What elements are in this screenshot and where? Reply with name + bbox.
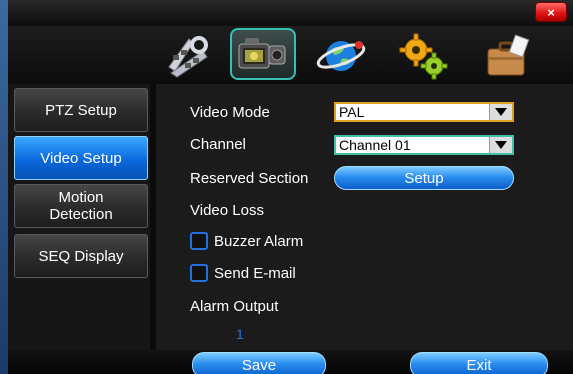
alarm-output-channel-1[interactable]: 1 (236, 326, 244, 342)
network-globe-icon (316, 41, 366, 71)
system-gears-icon (399, 33, 448, 80)
video-mode-value: PAL (339, 104, 365, 120)
tab-advanced[interactable] (476, 30, 538, 82)
save-button-label: Save (241, 356, 277, 374)
video-mode-select[interactable]: PAL (334, 102, 514, 122)
advanced-briefcase-icon (487, 34, 530, 76)
close-button[interactable]: × (535, 2, 567, 22)
sidebar-item-video-setup[interactable]: Video Setup (14, 136, 148, 180)
sidebar-item-motion-detection[interactable]: Motion Detection (14, 184, 148, 228)
sidebar-item-label: Video Setup (40, 149, 122, 167)
title-bar: × (8, 0, 573, 27)
exit-button[interactable]: Exit (410, 352, 548, 374)
chevron-down-icon (489, 137, 512, 153)
channel-value: Channel 01 (339, 137, 411, 153)
settings-sidebar: PTZ Setup Video Setup Motion Detection S… (8, 84, 150, 350)
close-icon: × (547, 4, 555, 20)
sidebar-item-label: SEQ Display (38, 247, 124, 265)
channel-select[interactable]: Channel 01 (334, 135, 514, 155)
send-email-checkbox[interactable] (190, 264, 208, 282)
category-tab-bar (8, 26, 573, 84)
buzzer-alarm-label: Buzzer Alarm (214, 233, 304, 250)
sidebar-item-seq-display[interactable]: SEQ Display (14, 234, 148, 278)
tab-display[interactable] (158, 30, 220, 82)
sidebar-item-label: PTZ Setup (45, 101, 117, 119)
chevron-down-icon (489, 104, 512, 120)
reserved-setup-button[interactable]: Setup (334, 166, 514, 190)
buzzer-alarm-checkbox[interactable] (190, 232, 208, 250)
video-mode-label: Video Mode (190, 104, 270, 121)
alarm-output-label: Alarm Output (190, 298, 279, 315)
video-loss-label: Video Loss (190, 202, 264, 219)
save-button[interactable]: Save (192, 352, 326, 374)
record-camera-icon (238, 38, 286, 69)
video-setup-panel: Video Mode PAL Channel Channel 01 Reserv… (156, 84, 573, 350)
window-left-edge (0, 0, 8, 374)
dvr-settings-window: × PTZ Setup Video Setup Motion Detection… (0, 0, 573, 374)
setup-button-label: Setup (404, 169, 444, 187)
footer-bar: Save Exit (8, 350, 573, 374)
tab-record[interactable] (230, 28, 296, 80)
exit-button-label: Exit (466, 356, 492, 374)
send-email-label: Send E-mail (214, 265, 296, 282)
reserved-section-label: Reserved Section (190, 170, 309, 187)
sidebar-item-ptz-setup[interactable]: PTZ Setup (14, 88, 148, 132)
channel-label: Channel (190, 136, 246, 153)
tab-network[interactable] (310, 30, 372, 82)
tab-system[interactable] (392, 30, 454, 82)
sidebar-item-label: Motion Detection (49, 189, 113, 223)
display-icon (168, 36, 208, 78)
